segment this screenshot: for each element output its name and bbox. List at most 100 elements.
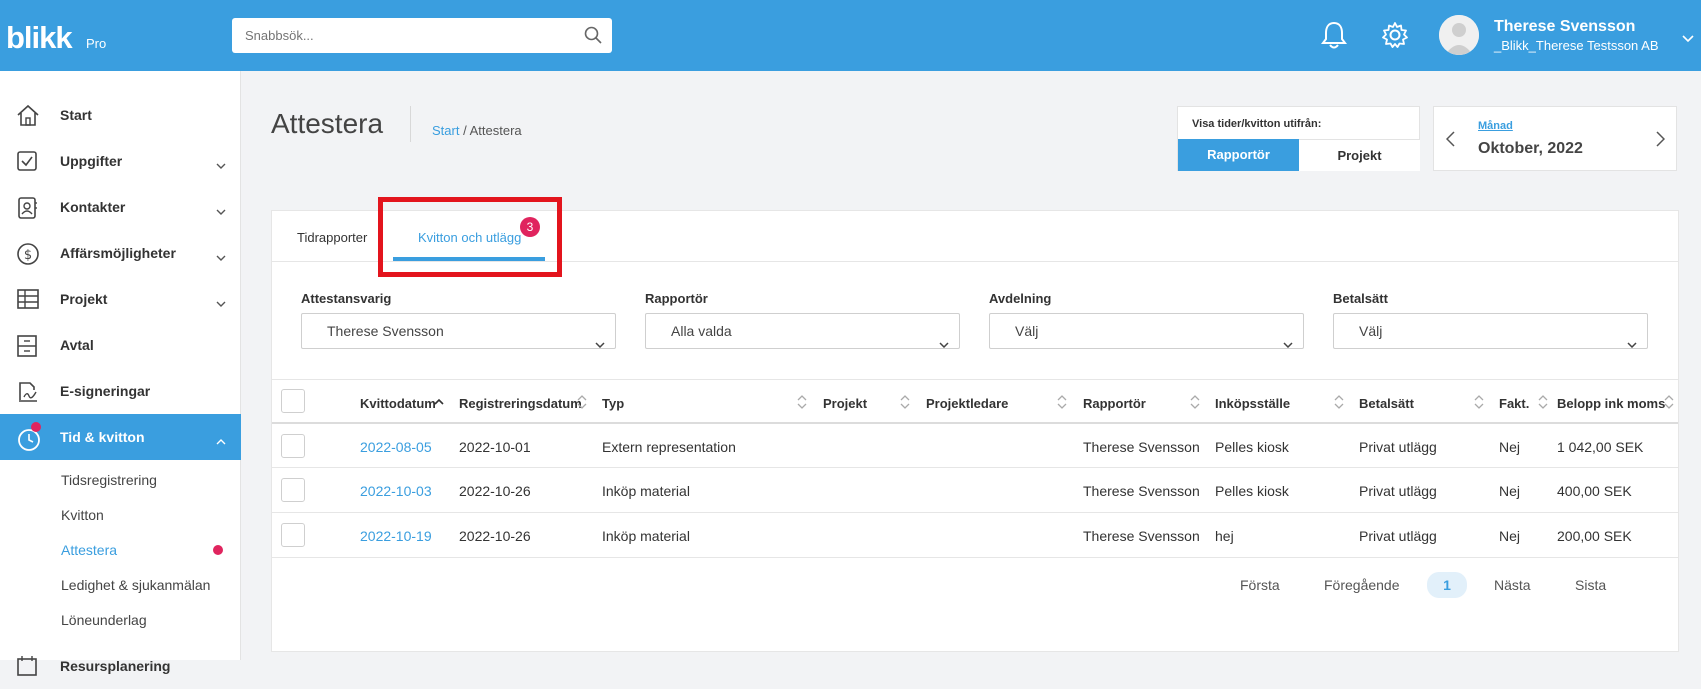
bell-icon[interactable] [1320, 20, 1348, 55]
pagination-last[interactable]: Sista [1575, 577, 1606, 593]
chevron-up-icon[interactable] [216, 432, 226, 450]
sort-asc-icon[interactable] [434, 395, 444, 413]
chevron-right-icon[interactable] [1656, 131, 1666, 152]
calendar-icon [16, 655, 38, 682]
select-all-checkbox[interactable] [281, 389, 305, 413]
search-input[interactable] [232, 18, 562, 53]
select-avdelning[interactable]: Välj [989, 313, 1304, 349]
column-header-registreringsdatum[interactable]: Registreringsdatum [459, 396, 582, 411]
sidebar-subitem-ledighet[interactable]: Ledighet & sjukanmälan [61, 577, 210, 593]
row-checkbox[interactable] [281, 478, 305, 502]
sort-icon[interactable] [797, 395, 807, 414]
select-rapportor[interactable]: Alla valda [645, 313, 960, 349]
store-cell: Pelles kiosk [1215, 483, 1289, 499]
chevron-down-icon[interactable] [216, 294, 226, 312]
chevron-down-icon [939, 326, 949, 360]
column-header-belopp[interactable]: Belopp ink moms [1557, 396, 1665, 411]
row-checkbox[interactable] [281, 434, 305, 458]
sidebar-subitem-tidsregistrering[interactable]: Tidsregistrering [61, 472, 157, 488]
sidebar-item-start[interactable]: Start [0, 92, 241, 138]
user-name[interactable]: Therese Svensson [1494, 18, 1635, 36]
column-header-inkopsstalle[interactable]: Inköpsställe [1215, 396, 1290, 411]
store-cell: hej [1215, 528, 1234, 544]
notification-dot [213, 545, 223, 555]
column-header-projekt[interactable]: Projekt [823, 396, 867, 411]
breadcrumb-current: Attestera [469, 123, 522, 138]
row-divider [272, 467, 1678, 468]
chevron-left-icon[interactable] [1445, 131, 1455, 152]
chevron-down-icon[interactable] [216, 202, 226, 220]
table-icon [16, 288, 40, 315]
invoiced-cell: Nej [1499, 483, 1521, 499]
pagination-next[interactable]: Nästa [1494, 577, 1531, 593]
sidebar-item-avtal[interactable]: Avtal [0, 322, 241, 368]
checkbox-icon [16, 150, 38, 177]
sort-icon[interactable] [1190, 395, 1200, 414]
toggle-project-button[interactable]: Projekt [1299, 139, 1420, 171]
type-cell: Extern representation [602, 439, 736, 455]
pagination-previous[interactable]: Föregående [1324, 577, 1400, 593]
sidebar-item-resursplanering[interactable]: Resursplanering [0, 643, 241, 689]
store-cell: Pelles kiosk [1215, 439, 1289, 455]
column-header-projektledare[interactable]: Projektledare [926, 396, 1008, 411]
sidebar-item-tid-kvitton[interactable]: Tid & kvitton [0, 414, 241, 460]
chevron-down-icon[interactable] [216, 156, 226, 174]
top-bar: blikk Pro Therese Svensson _Blikk_Theres… [0, 0, 1701, 71]
sort-icon[interactable] [900, 395, 910, 414]
pagination-first[interactable]: Första [1240, 577, 1280, 593]
select-value: Välj [1359, 323, 1383, 339]
column-header-fakt[interactable]: Fakt. [1499, 396, 1529, 411]
pagination-current-page[interactable]: 1 [1427, 572, 1467, 598]
breadcrumb-separator: / [463, 123, 467, 138]
column-header-betalsatt[interactable]: Betalsätt [1359, 396, 1414, 411]
column-header-rapportor[interactable]: Rapportör [1083, 396, 1146, 411]
select-attestansvarig[interactable]: Therese Svensson [301, 313, 616, 349]
reporter-cell: Therese Svensson [1083, 528, 1200, 544]
chevron-down-icon[interactable] [1682, 30, 1694, 48]
sidebar-item-uppgifter[interactable]: Uppgifter [0, 138, 241, 184]
chevron-down-icon [1627, 326, 1637, 360]
toggle-reporter-button[interactable]: Rapportör [1178, 139, 1299, 171]
avatar[interactable] [1439, 15, 1479, 55]
search-icon[interactable] [584, 26, 602, 49]
filter-label-attestansvarig: Attestansvarig [301, 291, 392, 306]
sort-icon[interactable] [1664, 395, 1674, 414]
sidebar-subitem-kvitton[interactable]: Kvitton [61, 507, 104, 523]
tab-time-reports[interactable]: Tidrapporter [297, 230, 367, 245]
sidebar-item-label: Affärsmöjligheter [60, 245, 176, 261]
dollar-icon: $ [16, 242, 40, 271]
sidebar-item-e-signeringar[interactable]: E-signeringar [0, 368, 241, 414]
select-betalsatt[interactable]: Välj [1333, 313, 1648, 349]
chevron-down-icon[interactable] [216, 248, 226, 266]
sidebar-subitem-loneunderlag[interactable]: Löneunderlag [61, 612, 147, 628]
sidebar-item-projekt[interactable]: Projekt [0, 276, 241, 322]
period-unit-link[interactable]: Månad [1478, 120, 1513, 132]
column-header-kvittodatum[interactable]: Kvittodatum [360, 396, 436, 411]
svg-text:$: $ [24, 248, 32, 263]
column-header-typ[interactable]: Typ [602, 396, 624, 411]
receipt-date-link[interactable]: 2022-08-05 [360, 439, 432, 455]
row-checkbox[interactable] [281, 523, 305, 547]
receipt-date-link[interactable]: 2022-10-03 [360, 483, 432, 499]
receipt-date-link[interactable]: 2022-10-19 [360, 528, 432, 544]
sort-icon[interactable] [1474, 395, 1484, 414]
period-picker: Månad Oktober, 2022 [1433, 106, 1677, 171]
user-company[interactable]: _Blikk_Therese Testsson AB [1494, 38, 1659, 53]
amount-cell: 1 042,00 SEK [1557, 439, 1644, 455]
logo[interactable]: blikk [6, 20, 73, 56]
sort-icon[interactable] [1057, 395, 1067, 414]
highlight-box [378, 197, 562, 277]
sidebar-item-label: Projekt [60, 291, 108, 307]
sidebar-subitem-attestera[interactable]: Attestera [61, 542, 117, 558]
filter-label-rapportor: Rapportör [645, 291, 708, 306]
sort-icon[interactable] [577, 395, 587, 414]
row-divider [272, 557, 1678, 558]
sort-icon[interactable] [1334, 395, 1344, 414]
sidebar-item-label: Avtal [60, 337, 94, 353]
sidebar-item-affarsmojligheter[interactable]: $ Affärsmöjligheter [0, 230, 241, 276]
sort-icon[interactable] [1538, 395, 1548, 414]
sidebar-item-label: Start [60, 107, 92, 123]
breadcrumb-start-link[interactable]: Start [432, 123, 459, 138]
gear-icon[interactable] [1380, 20, 1410, 55]
sidebar-item-kontakter[interactable]: Kontakter [0, 184, 241, 230]
